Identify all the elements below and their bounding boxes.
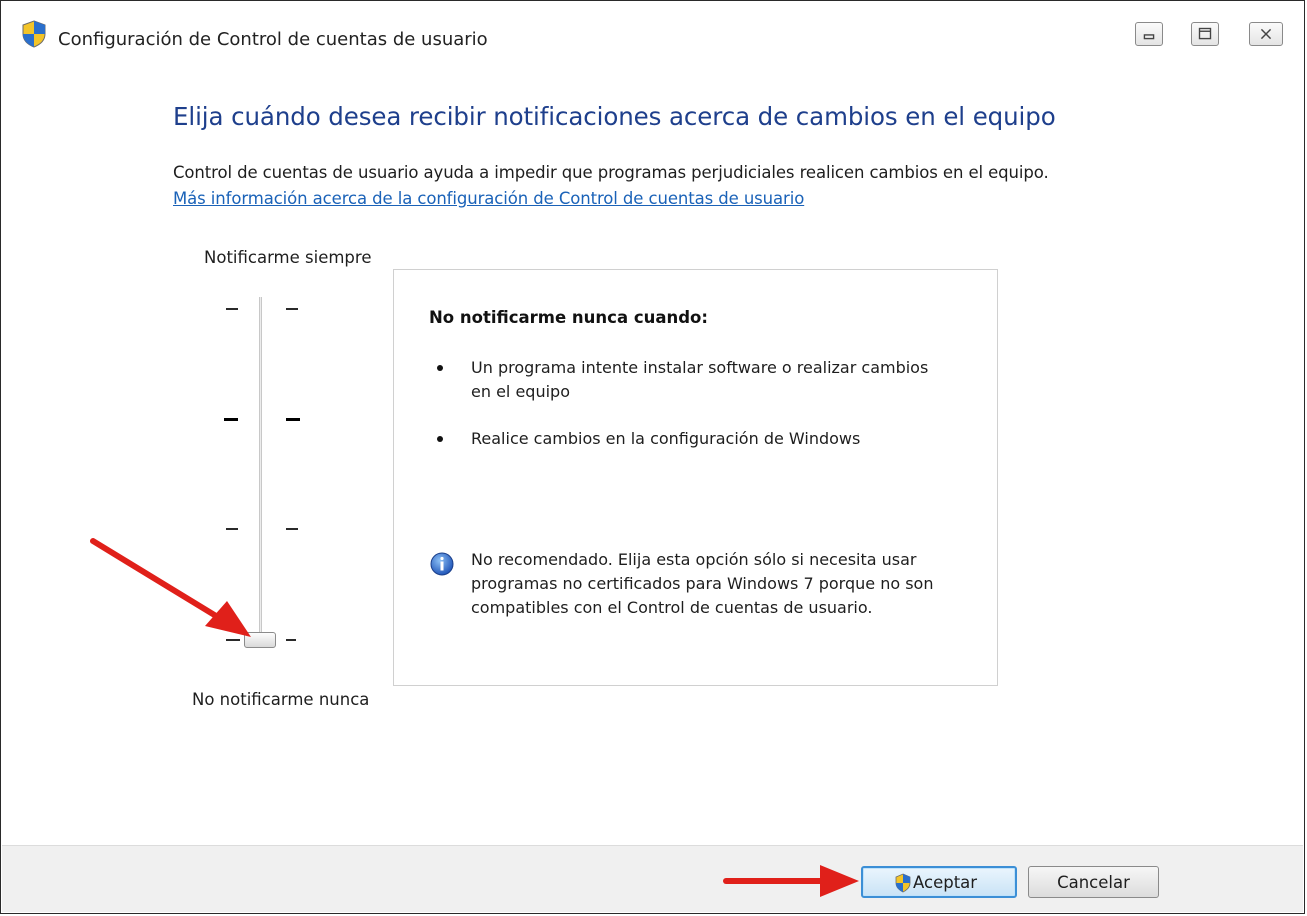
slider-thumb[interactable]	[244, 632, 276, 648]
slider-label-top: Notificarme siempre	[204, 248, 372, 267]
slider-tick	[286, 308, 298, 310]
uac-shield-icon	[22, 20, 46, 48]
minimize-icon	[1143, 34, 1155, 40]
cancel-button[interactable]: Cancelar	[1028, 866, 1159, 898]
uac-shield-icon	[895, 873, 911, 893]
title-bar: Configuración de Control de cuentas de u…	[2, 2, 1303, 64]
slider-tick	[224, 418, 238, 421]
slider-tick	[286, 528, 298, 530]
warning-text: No recomendado. Elija esta opción sólo s…	[471, 550, 934, 617]
bullet-icon	[437, 436, 443, 442]
description-text: Control de cuentas de usuario ayuda a im…	[173, 163, 1049, 182]
slider-label-bottom: No notificarme nunca	[192, 690, 370, 709]
slider-tick	[226, 639, 240, 641]
panel-title: No notificarme nunca cuando:	[429, 308, 708, 327]
window-title: Configuración de Control de cuentas de u…	[58, 29, 488, 50]
description-panel: No notificarme nunca cuando: Un programa…	[393, 269, 998, 686]
notification-level-slider[interactable]	[216, 291, 306, 661]
close-button[interactable]	[1249, 22, 1283, 46]
accept-label: Aceptar	[913, 873, 978, 892]
cancel-label: Cancelar	[1057, 873, 1130, 892]
accept-button[interactable]: Aceptar	[861, 866, 1017, 898]
maximize-button[interactable]	[1191, 22, 1219, 46]
slider-tick	[226, 308, 238, 310]
bullet-icon	[437, 365, 443, 371]
minimize-button[interactable]	[1135, 22, 1163, 46]
slider-tick	[226, 528, 238, 530]
slider-tick	[286, 418, 300, 421]
info-icon	[430, 552, 454, 576]
slider-tick	[286, 639, 296, 641]
maximize-icon	[1198, 27, 1212, 40]
more-info-link[interactable]: Más información acerca de la configuraci…	[173, 189, 804, 208]
page-heading: Elija cuándo desea recibir notificacione…	[173, 102, 1056, 131]
close-icon	[1260, 28, 1272, 40]
list-item: Realice cambios en la configuración de W…	[471, 429, 861, 448]
slider-track[interactable]	[259, 297, 262, 645]
list-item: Un programa intente instalar software o …	[471, 358, 929, 401]
uac-settings-window: Configuración de Control de cuentas de u…	[0, 0, 1305, 914]
